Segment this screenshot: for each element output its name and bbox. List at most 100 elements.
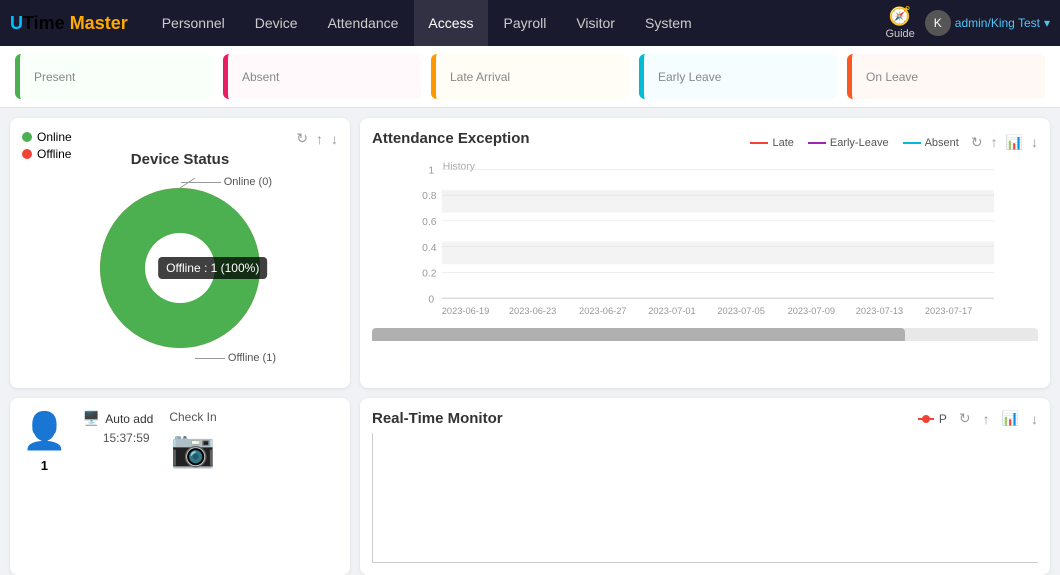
auto-add-time: 15:37:59 — [83, 431, 153, 445]
realtime-svg — [373, 433, 1038, 562]
logo-master: Master — [70, 13, 128, 33]
early-leave-legend: Early-Leave — [808, 137, 889, 149]
att-download-icon[interactable]: ↓ — [1031, 134, 1038, 151]
absent-legend: Absent — [903, 137, 959, 149]
autoadd-icon: 🖥️ — [83, 410, 100, 427]
late-legend-label: Late — [772, 137, 793, 149]
realtime-panel: Real-Time Monitor P ↻ ↑ 📊 ↓ — [360, 398, 1050, 575]
logo-u: U — [10, 13, 23, 33]
avatar: K — [925, 10, 951, 36]
user-name: admin/King Test — [955, 16, 1040, 30]
download-icon[interactable]: ↓ — [331, 131, 338, 147]
attendance-panel: Attendance Exception Late Early-Leave Ab… — [360, 118, 1050, 388]
refresh-icon[interactable]: ↻ — [296, 130, 308, 147]
attendance-title: Attendance Exception — [372, 130, 530, 147]
realtime-p-label: P — [939, 412, 947, 426]
guide-button[interactable]: 🧭 Guide — [885, 6, 914, 40]
svg-text:1: 1 — [428, 165, 434, 176]
nav-item-payroll[interactable]: Payroll — [490, 0, 561, 46]
svg-text:2023-07-09: 2023-07-09 — [788, 306, 835, 316]
realtime-title: Real-Time Monitor — [372, 410, 503, 427]
svg-text:2023-07-17: 2023-07-17 — [925, 306, 972, 316]
person-icon: 👤 — [22, 410, 67, 452]
svg-text:2023-07-01: 2023-07-01 — [648, 306, 695, 316]
svg-text:2023-06-27: 2023-06-27 — [579, 306, 626, 316]
absent-legend-label: Absent — [925, 137, 959, 149]
attendance-header: Attendance Exception Late Early-Leave Ab… — [372, 130, 1038, 155]
upload-icon[interactable]: ↑ — [316, 131, 323, 147]
offline-pie-label: Offline (1) — [195, 352, 276, 364]
att-upload-icon[interactable]: ↑ — [991, 134, 998, 151]
online-legend-item: Online — [22, 130, 72, 144]
stat-card-absent: Absent — [223, 54, 421, 99]
scroll-thumb[interactable] — [372, 328, 905, 341]
absent-label: Absent — [242, 70, 407, 84]
main-content: Online Offline ↻ ↑ ↓ Device Status — [0, 108, 1060, 565]
svg-text:2023-07-05: 2023-07-05 — [717, 306, 764, 316]
device-legend: Online Offline — [22, 130, 72, 164]
svg-text:0.4: 0.4 — [422, 243, 437, 254]
nav-item-attendance[interactable]: Attendance — [314, 0, 413, 46]
online-dot — [22, 132, 32, 142]
checkin-label: Check In — [169, 410, 216, 424]
stat-card-present: Present — [15, 54, 213, 99]
device-status-panel: Online Offline ↻ ↑ ↓ Device Status — [10, 118, 350, 388]
stat-card-late: Late Arrival — [431, 54, 629, 99]
present-label: Present — [34, 70, 199, 84]
nav-item-access[interactable]: Access — [414, 0, 487, 46]
attendance-chart-svg: 1 0.8 0.6 0.4 0.2 0 2023-06-19 2023- — [372, 161, 1038, 321]
chevron-down-icon: ▾ — [1044, 16, 1050, 30]
auto-add-row: 🖥️ Auto add — [83, 410, 153, 427]
rt-chart-icon[interactable]: 📊 — [1002, 410, 1019, 427]
chart-scrollbar[interactable] — [372, 328, 1038, 341]
rt-upload-icon[interactable]: ↑ — [983, 411, 990, 427]
stat-card-early: Early Leave — [639, 54, 837, 99]
nav-right: 🧭 Guide K admin/King Test ▾ — [885, 6, 1050, 40]
offline-label: Offline — [37, 147, 71, 161]
rt-download-icon[interactable]: ↓ — [1031, 411, 1038, 427]
svg-text:0: 0 — [428, 294, 434, 305]
att-refresh-icon[interactable]: ↻ — [971, 134, 983, 151]
pie-center — [145, 233, 215, 303]
late-line — [750, 142, 768, 144]
logo-time: Time — [23, 13, 70, 33]
nav-item-device[interactable]: Device — [241, 0, 312, 46]
svg-text:0.2: 0.2 — [422, 269, 437, 280]
user-menu[interactable]: K admin/King Test ▾ — [925, 10, 1050, 36]
stat-card-onleave: On Leave — [847, 54, 1045, 99]
absent-line — [903, 142, 921, 144]
early-legend-label: Early-Leave — [830, 137, 889, 149]
svg-text:2023-06-23: 2023-06-23 — [509, 306, 556, 316]
attendance-icons: ↻ ↑ 📊 ↓ — [971, 134, 1038, 151]
checkin-section: Check In 📷 — [169, 410, 216, 470]
early-label: Early Leave — [658, 70, 823, 84]
logo: UTime Master — [10, 13, 128, 34]
camera-icon: 📷 — [171, 428, 216, 470]
offline-legend-item: Offline — [22, 147, 72, 161]
user-count-section: 👤 1 — [22, 410, 67, 473]
svg-text:History: History — [443, 161, 476, 172]
user-count: 1 — [41, 458, 48, 473]
realtime-chart — [372, 433, 1038, 563]
att-chart-icon[interactable]: 📊 — [1006, 134, 1023, 151]
svg-text:0.6: 0.6 — [422, 217, 437, 228]
bottom-left-panel: 👤 1 🖥️ Auto add 15:37:59 Check In 📷 — [10, 398, 350, 575]
stat-cards-row: Present Absent Late Arrival Early Leave … — [0, 46, 1060, 108]
attendance-chart-area: 1 0.8 0.6 0.4 0.2 0 2023-06-19 2023- — [372, 161, 1038, 341]
guide-label: Guide — [885, 28, 914, 40]
nav-item-visitor[interactable]: Visitor — [562, 0, 629, 46]
nav-menu: Personnel Device Attendance Access Payro… — [148, 0, 886, 46]
late-legend: Late — [750, 137, 793, 149]
rt-refresh-icon[interactable]: ↻ — [959, 410, 971, 427]
online-label: Online — [37, 130, 72, 144]
svg-text:2023-06-19: 2023-06-19 — [442, 306, 489, 316]
pie-svg — [80, 168, 280, 368]
onleave-label: On Leave — [866, 70, 1031, 84]
early-line — [808, 142, 826, 144]
nav-item-system[interactable]: System — [631, 0, 706, 46]
device-status-title: Device Status — [131, 151, 229, 168]
online-pie-label: Online (0) — [181, 176, 272, 188]
nav-item-personnel[interactable]: Personnel — [148, 0, 239, 46]
realtime-header: Real-Time Monitor P ↻ ↑ 📊 ↓ — [372, 410, 1038, 427]
auto-add-label: Auto add — [105, 412, 153, 426]
